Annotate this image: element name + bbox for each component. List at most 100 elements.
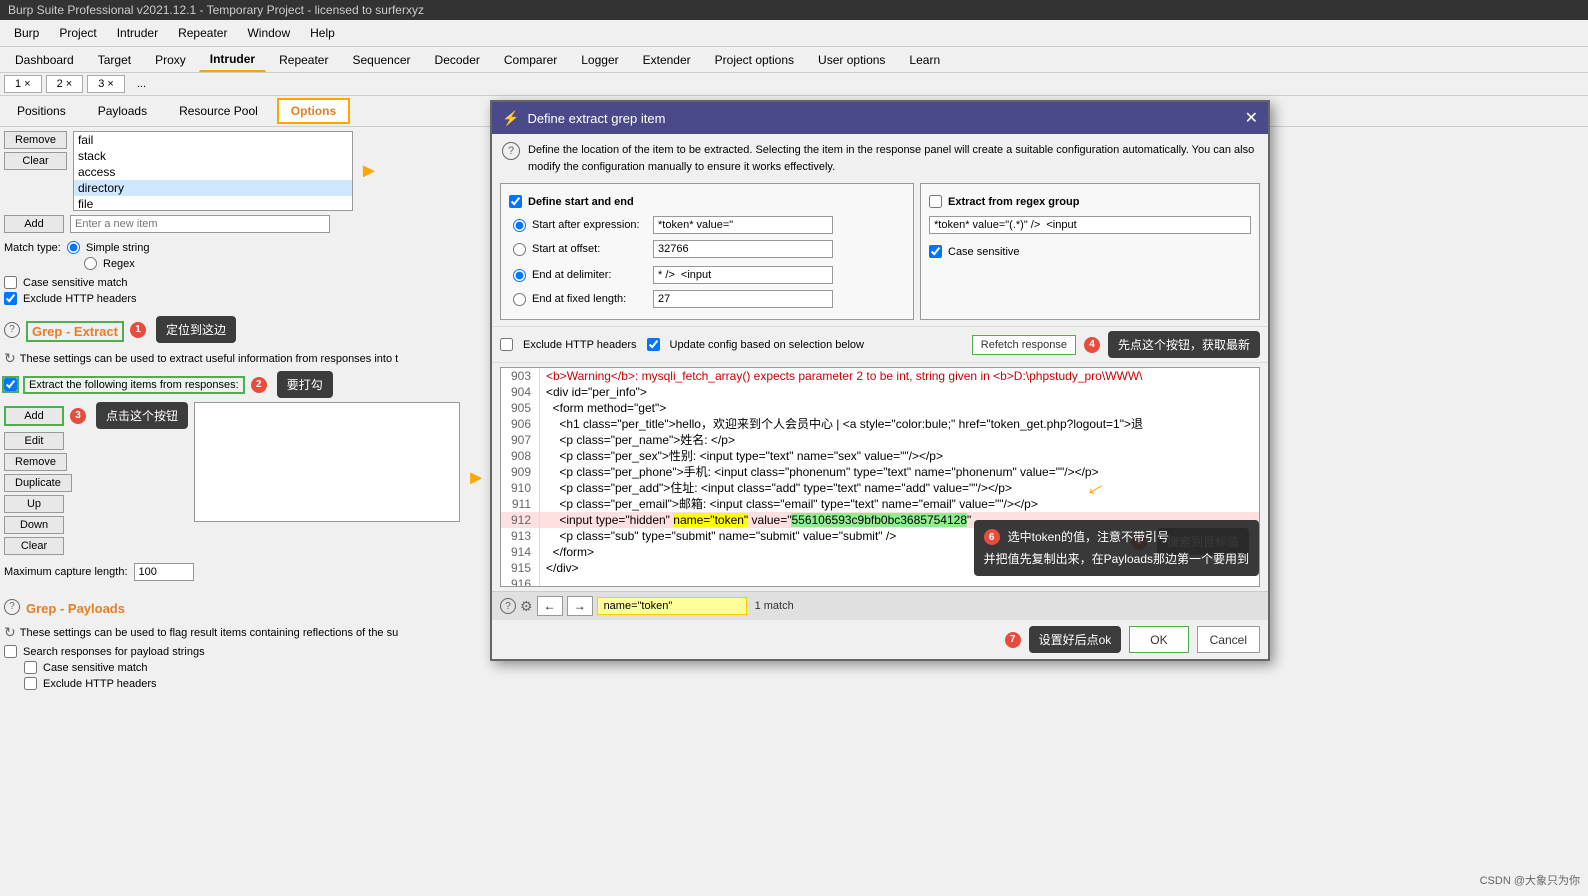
annotation-text-3: 点击这个按钮 <box>96 402 188 429</box>
grep-duplicate-button[interactable]: Duplicate <box>4 474 72 492</box>
menu-repeater[interactable]: Repeater <box>168 22 237 44</box>
code-line-903: 903 <b>Warning</b>: mysqli_fetch_array()… <box>501 368 1259 384</box>
instance-tab-more[interactable]: ... <box>129 76 154 92</box>
tab-dashboard[interactable]: Dashboard <box>4 48 85 72</box>
settings-footer-icon[interactable]: ⚙ <box>520 598 533 615</box>
update-config-checkbox[interactable] <box>647 338 660 351</box>
exclude-http-dialog-checkbox[interactable] <box>500 338 513 351</box>
forward-button[interactable]: → <box>567 596 593 616</box>
start-offset-label: Start at offset: <box>532 243 647 255</box>
start-after-radio[interactable] <box>513 219 526 232</box>
tab-proxy[interactable]: Proxy <box>144 48 197 72</box>
dialog-close-icon[interactable]: ✕ <box>1245 127 1258 128</box>
grep-remove-button[interactable]: Remove <box>4 453 67 471</box>
start-offset-radio[interactable] <box>513 243 526 256</box>
tab-learn[interactable]: Learn <box>898 48 951 72</box>
menu-burp[interactable]: Burp <box>4 22 49 44</box>
end-fixed-input[interactable] <box>653 290 833 308</box>
tab-sequencer[interactable]: Sequencer <box>341 48 421 72</box>
code-content: <p class="per_add">住址: <input class="add… <box>546 480 1012 496</box>
payloads-case-sensitive-label: Case sensitive match <box>43 662 148 674</box>
orange-arrow-grep: ► <box>466 467 486 490</box>
end-delimiter-input[interactable] <box>653 266 833 284</box>
grep-edit-button[interactable]: Edit <box>4 432 64 450</box>
refresh-icon-grep[interactable]: ↻ <box>4 350 16 367</box>
max-capture-input[interactable] <box>134 563 194 581</box>
dialog-footer: ? ⚙ ← → 1 match <box>492 591 1268 620</box>
help-icon-grep[interactable]: ? <box>4 322 20 338</box>
subtab-positions[interactable]: Positions <box>4 99 79 123</box>
annotation-text-7: 设置好后点ok <box>1029 626 1122 653</box>
payloads-case-sensitive-checkbox[interactable] <box>24 661 37 674</box>
refetch-response-button[interactable]: Refetch response <box>972 335 1076 355</box>
tab-repeater[interactable]: Repeater <box>268 48 339 72</box>
code-content: <p class="per_sex">性别: <input type="text… <box>546 448 943 464</box>
grep-up-button[interactable]: Up <box>4 495 64 513</box>
list-item[interactable]: access <box>74 164 352 180</box>
extract-regex-input[interactable] <box>929 216 1251 234</box>
grep-clear-button[interactable]: Clear <box>4 537 64 555</box>
help-icon-payloads[interactable]: ? <box>4 599 20 615</box>
tab-intruder[interactable]: Intruder <box>199 47 266 72</box>
grep-down-button[interactable]: Down <box>4 516 64 534</box>
list-item[interactable]: file <box>74 196 352 211</box>
ok-button[interactable]: OK <box>1129 626 1188 653</box>
tab-logger[interactable]: Logger <box>570 48 629 72</box>
search-responses-checkbox[interactable] <box>4 645 17 658</box>
add-button[interactable]: Add <box>4 215 64 233</box>
exclude-http-checkbox[interactable] <box>4 292 17 305</box>
annotation-num-7: 7 <box>1005 632 1021 648</box>
list-item[interactable]: fail <box>74 132 352 148</box>
instance-tab-3[interactable]: 3 × <box>87 75 125 93</box>
menu-intruder[interactable]: Intruder <box>107 22 168 44</box>
list-box[interactable]: fail stack access directory file <box>73 131 353 211</box>
define-start-end-checkbox[interactable] <box>509 195 522 208</box>
tab-user-options[interactable]: User options <box>807 48 896 72</box>
end-fixed-radio[interactable] <box>513 293 526 306</box>
tab-decoder[interactable]: Decoder <box>424 48 491 72</box>
grep-add-button[interactable]: Add <box>4 406 64 426</box>
instance-tab-2[interactable]: 2 × <box>46 75 84 93</box>
simple-string-radio[interactable] <box>67 241 80 254</box>
footer-search-input[interactable] <box>597 597 747 615</box>
dialog-help-icon[interactable]: ? <box>502 142 520 160</box>
code-content-912: <input type="hidden" name="token" value=… <box>546 512 971 528</box>
start-after-input[interactable] <box>653 216 833 234</box>
payloads-exclude-http-checkbox[interactable] <box>24 677 37 690</box>
cancel-button[interactable]: Cancel <box>1197 626 1260 653</box>
code-line-907: 907 <p class="per_name">姓名: </p> <box>501 432 1259 448</box>
case-sensitive-checkbox[interactable] <box>4 276 17 289</box>
subtab-resource-pool[interactable]: Resource Pool <box>166 99 271 123</box>
annotation-text-1: 定位到这边 <box>156 316 236 343</box>
tab-comparer[interactable]: Comparer <box>493 48 568 72</box>
start-after-label: Start after expression: <box>532 219 647 231</box>
end-delimiter-label: End at delimiter: <box>532 269 647 281</box>
tab-project-options[interactable]: Project options <box>704 48 805 72</box>
extract-regex-checkbox[interactable] <box>929 195 942 208</box>
top-tabs: Dashboard Target Proxy Intruder Repeater… <box>0 47 1588 73</box>
add-item-input[interactable] <box>70 215 330 233</box>
list-item[interactable]: stack <box>74 148 352 164</box>
remove-button[interactable]: Remove <box>4 131 67 149</box>
tab-target[interactable]: Target <box>87 48 142 72</box>
regex-radio[interactable] <box>84 257 97 270</box>
refresh-icon-payloads[interactable]: ↻ <box>4 624 16 641</box>
list-item[interactable]: directory <box>74 180 352 196</box>
menu-help[interactable]: Help <box>300 22 345 44</box>
regex-case-sensitive-checkbox[interactable] <box>929 245 942 258</box>
instance-tab-1[interactable]: 1 × <box>4 75 42 93</box>
code-area[interactable]: 903 <b>Warning</b>: mysqli_fetch_array()… <box>500 367 1260 587</box>
start-offset-input[interactable] <box>653 240 833 258</box>
grep-extract-desc: These settings can be used to extract us… <box>20 353 398 365</box>
clear-button-top[interactable]: Clear <box>4 152 67 170</box>
back-button[interactable]: ← <box>537 596 563 616</box>
code-content: <div id="per_info"> <box>546 384 647 400</box>
subtab-payloads[interactable]: Payloads <box>85 99 160 123</box>
extract-checkbox[interactable] <box>4 378 17 391</box>
end-delimiter-radio[interactable] <box>513 269 526 282</box>
tab-extender[interactable]: Extender <box>632 48 702 72</box>
help-footer-icon[interactable]: ? <box>500 598 516 614</box>
menu-window[interactable]: Window <box>237 22 300 44</box>
menu-project[interactable]: Project <box>49 22 106 44</box>
subtab-options[interactable]: Options <box>277 98 350 124</box>
